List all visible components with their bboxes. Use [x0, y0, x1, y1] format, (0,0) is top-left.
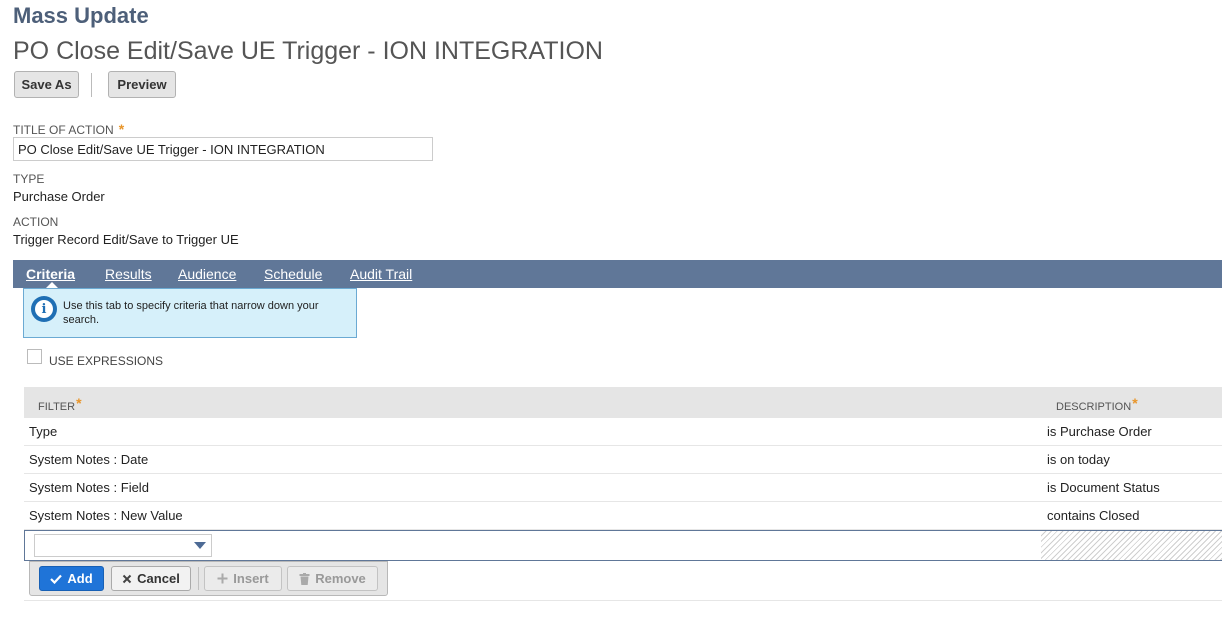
filter-cell: System Notes : New Value	[29, 508, 183, 523]
info-icon: i	[31, 296, 57, 322]
new-criteria-row	[24, 530, 1222, 561]
tab-audience[interactable]: Audience	[178, 266, 236, 282]
description-cell: is on today	[1047, 452, 1110, 467]
page-heading: Mass Update	[13, 3, 149, 28]
filter-cell: Type	[29, 424, 58, 439]
required-marker: *	[118, 121, 125, 137]
help-text: Use this tab to specify criteria that na…	[63, 300, 319, 326]
filter-cell: System Notes : Field	[29, 480, 149, 495]
required-marker: *	[1132, 395, 1138, 411]
description-cell: contains Closed	[1047, 508, 1140, 523]
use-expressions-label: USE EXPRESSIONS	[49, 354, 164, 368]
action-value: Trigger Record Edit/Save to Trigger UE	[13, 232, 239, 247]
title-of-action-label: TITLE OF ACTION *	[13, 121, 124, 137]
help-box: i Use this tab to specify criteria that …	[23, 288, 357, 338]
tab-bar: Criteria Results Audience Schedule Audit…	[13, 260, 1222, 288]
table-row[interactable]: System Notes : New Value contains Closed	[24, 502, 1222, 530]
description-cell: is Document Status	[1047, 480, 1160, 495]
plus-icon	[217, 573, 228, 584]
insert-button[interactable]: Insert	[204, 566, 282, 591]
column-header-description: DESCRIPTION*	[1056, 395, 1138, 413]
column-header-filter: FILTER*	[38, 395, 82, 413]
table-row[interactable]: System Notes : Field is Document Status	[24, 474, 1222, 502]
preview-button[interactable]: Preview	[108, 71, 176, 98]
filter-select[interactable]	[34, 534, 212, 557]
toolbar-divider	[91, 73, 92, 97]
type-value: Purchase Order	[13, 189, 105, 204]
chevron-down-icon[interactable]	[194, 542, 206, 549]
trash-icon	[299, 572, 310, 585]
description-cell: is Purchase Order	[1047, 424, 1152, 439]
close-icon	[122, 574, 132, 584]
table-row[interactable]: System Notes : Date is on today	[24, 446, 1222, 474]
disabled-description-cell	[1041, 531, 1222, 560]
save-as-button[interactable]: Save As	[14, 71, 79, 98]
row-action-bar: Add Cancel Insert Remove	[29, 561, 388, 596]
action-label: ACTION	[13, 215, 59, 229]
use-expressions-checkbox[interactable]	[27, 349, 42, 364]
cancel-button-label: Cancel	[137, 571, 180, 586]
remove-button-label: Remove	[315, 571, 366, 586]
grid-bottom-border	[24, 600, 1222, 601]
title-of-action-label-text: TITLE OF ACTION	[13, 123, 114, 137]
remove-button[interactable]: Remove	[287, 566, 378, 591]
title-of-action-input[interactable]	[13, 137, 433, 161]
tab-audit-trail[interactable]: Audit Trail	[350, 266, 412, 282]
column-header-description-text: DESCRIPTION	[1056, 401, 1132, 413]
filter-cell: System Notes : Date	[29, 452, 149, 467]
action-bar-divider	[198, 567, 199, 590]
type-label: TYPE	[13, 172, 45, 186]
insert-button-label: Insert	[233, 571, 269, 586]
column-header-filter-text: FILTER	[38, 401, 76, 413]
required-marker: *	[76, 395, 82, 411]
tab-schedule[interactable]: Schedule	[264, 266, 322, 282]
criteria-grid-header: FILTER* DESCRIPTION*	[24, 387, 1222, 418]
add-button[interactable]: Add	[39, 566, 104, 591]
tab-results[interactable]: Results	[105, 266, 152, 282]
add-button-label: Add	[67, 571, 93, 586]
checkmark-icon	[50, 574, 63, 584]
tab-criteria[interactable]: Criteria	[26, 266, 75, 282]
record-title: PO Close Edit/Save UE Trigger - ION INTE…	[13, 37, 603, 65]
table-row[interactable]: Type is Purchase Order	[24, 418, 1222, 446]
cancel-button[interactable]: Cancel	[111, 566, 191, 591]
